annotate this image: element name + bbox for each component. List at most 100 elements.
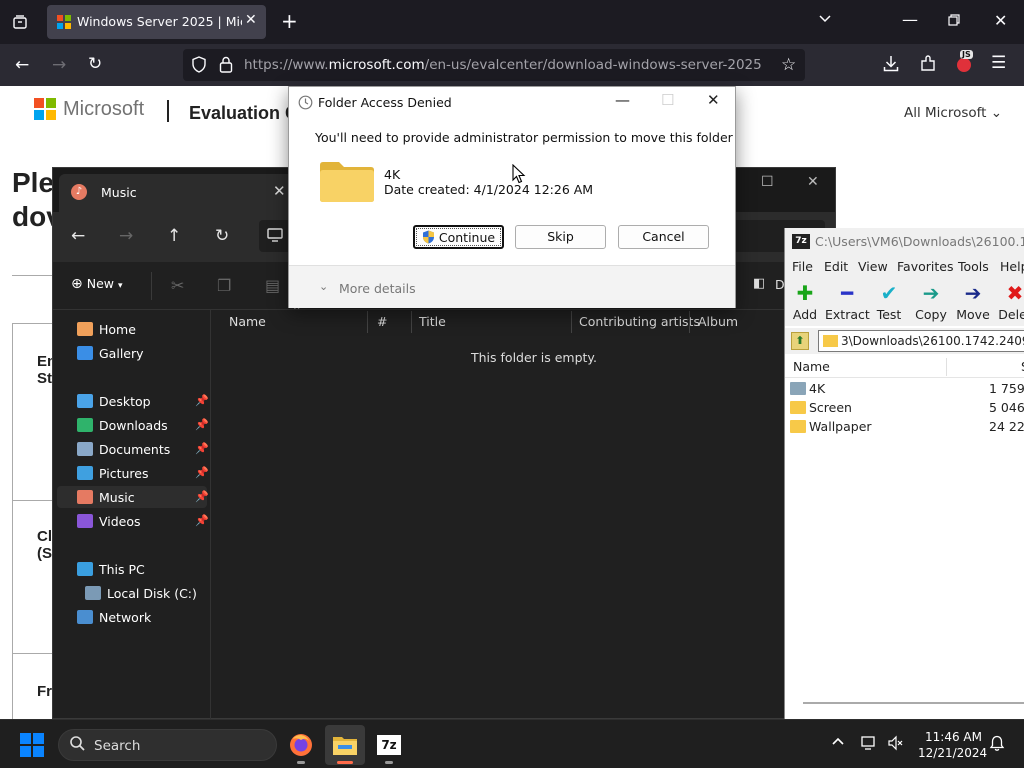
network-display-icon[interactable] [861, 735, 877, 754]
close-icon[interactable]: ✕ [273, 182, 286, 200]
sevenzip-file-row[interactable]: Wallpaper 24 229 1 [789, 417, 1024, 436]
shield-icon[interactable] [191, 56, 207, 77]
up-icon[interactable]: ↑ [167, 227, 181, 245]
tab-list-icon[interactable] [12, 14, 28, 33]
back-icon[interactable]: ← [15, 56, 29, 74]
sidebar-item[interactable]: Home [57, 318, 207, 340]
pin-icon[interactable]: 📌 [195, 490, 209, 503]
sidebar-item[interactable]: Desktop 📌 [57, 390, 209, 412]
explorer-tab-music[interactable]: ♪ Music ✕ [59, 174, 295, 212]
window-close-icon[interactable]: ✕ [994, 13, 1007, 29]
pin-icon[interactable]: 📌 [195, 514, 209, 527]
new-button[interactable]: ⊕ New ▾ [71, 276, 123, 292]
sevenzip-toolbar-button[interactable]: ✚ Add [783, 278, 827, 326]
sevenzip-menu-item[interactable]: View [858, 259, 888, 274]
restore-icon[interactable] [948, 13, 960, 29]
copy-icon[interactable]: ❐ [217, 276, 231, 295]
pin-icon[interactable]: 📌 [195, 466, 209, 479]
column-divider[interactable] [571, 311, 572, 333]
extension-badge-icon[interactable]: JS [955, 50, 977, 75]
folder-up-icon[interactable]: ⬆ [791, 332, 809, 350]
column-divider[interactable] [367, 311, 368, 333]
chevron-down-icon[interactable]: ⌄ [319, 280, 328, 293]
sidebar-item[interactable]: Videos 📌 [57, 510, 209, 532]
microsoft-brand-text[interactable]: Microsoft [63, 98, 144, 121]
back-icon[interactable]: ← [71, 227, 85, 245]
taskbar-search-box[interactable]: Search [58, 729, 277, 761]
skip-button[interactable]: Skip [515, 225, 606, 249]
notification-bell-icon[interactable] [989, 735, 1005, 755]
microsoft-logo-icon[interactable] [34, 98, 56, 120]
close-icon[interactable]: ✕ [707, 91, 720, 109]
column-header-album[interactable]: Album [698, 314, 738, 329]
sevenzip-path-input[interactable]: 3\Downloads\26100.1742.240906-03 [818, 330, 1024, 352]
all-microsoft-menu[interactable]: All Microsoft ⌄ [904, 105, 1002, 121]
hamburger-menu-icon[interactable]: ☰ [991, 54, 1006, 72]
sevenzip-menu-item[interactable]: File [792, 259, 813, 274]
sevenzip-menu-item[interactable]: Tools [958, 259, 989, 274]
details-pane-icon[interactable]: ◧ [753, 276, 765, 291]
sevenzip-toolbar-button[interactable]: ✔ Test [867, 278, 911, 326]
taskbar-clock-time[interactable]: 11:46 AM [918, 730, 982, 744]
show-hidden-icons-chevron-icon[interactable] [831, 735, 845, 752]
sevenzip-file-row[interactable]: 4K 1 759 5 [789, 379, 1024, 398]
column-divider[interactable] [689, 311, 690, 333]
lock-icon[interactable] [219, 56, 233, 77]
refresh-icon[interactable]: ↻ [215, 227, 229, 245]
url-bar[interactable]: https://www.microsoft.com/en-us/evalcent… [183, 49, 805, 81]
minimize-icon[interactable]: — [902, 12, 918, 28]
column-divider[interactable] [411, 311, 412, 333]
sevenzip-toolbar-button[interactable]: ➔ Copy [909, 278, 953, 326]
reload-icon[interactable]: ↻ [88, 55, 102, 73]
pin-icon[interactable]: 📌 [195, 418, 209, 431]
column-header-name[interactable]: Name [793, 359, 830, 374]
sidebar-item[interactable]: Local Disk (C:) [65, 582, 215, 604]
sidebar-item[interactable]: Network [57, 606, 207, 628]
column-divider[interactable] [946, 358, 947, 376]
sevenzip-menu-item[interactable]: Help [1000, 259, 1024, 274]
bookmark-star-icon[interactable]: ☆ [781, 56, 796, 74]
taskbar-file-explorer-app[interactable] [325, 725, 365, 765]
column-header-artists[interactable]: Contributing artists [579, 314, 700, 329]
pin-icon[interactable]: 📌 [195, 442, 209, 455]
maximize-icon[interactable]: ☐ [761, 174, 774, 190]
tab-close-icon[interactable]: ✕ [245, 12, 257, 28]
cancel-button[interactable]: Cancel [618, 225, 709, 249]
new-tab-icon[interactable]: + [281, 11, 298, 31]
forward-icon[interactable]: → [52, 56, 66, 74]
window-close-icon[interactable]: ✕ [807, 174, 819, 190]
evaluation-center-title[interactable]: Evaluation C [189, 103, 298, 124]
sidebar-item[interactable]: Music 📌 [57, 486, 209, 508]
taskbar-clock-date[interactable]: 12/21/2024 [918, 746, 987, 760]
sidebar-item[interactable]: Downloads 📌 [57, 414, 209, 436]
forward-icon[interactable]: → [119, 227, 133, 245]
tab-overflow-chevron-icon[interactable] [818, 12, 832, 29]
sevenzip-menu-item[interactable]: Edit [824, 259, 848, 274]
sevenzip-menu-item[interactable]: Favorites [897, 259, 953, 274]
taskbar-firefox-app[interactable] [281, 725, 321, 765]
sidebar-item[interactable]: Pictures 📌 [57, 462, 209, 484]
minimize-icon[interactable]: — [615, 91, 630, 109]
column-header-name[interactable]: Name [229, 314, 266, 329]
taskbar-7zip-app[interactable]: 7z [369, 725, 409, 765]
sidebar-item[interactable]: Gallery [57, 342, 207, 364]
horizontal-scrollbar[interactable] [803, 702, 1024, 704]
windows-start-icon[interactable] [20, 733, 44, 757]
sevenzip-toolbar-button[interactable]: ✖ Delet [993, 278, 1024, 326]
sevenzip-toolbar-button[interactable]: ━ Extract [825, 278, 870, 326]
url-text[interactable]: https://www.microsoft.com/en-us/evalcent… [244, 57, 762, 73]
sidebar-item[interactable]: Documents 📌 [57, 438, 209, 460]
sevenzip-toolbar-button[interactable]: ➔ Move [951, 278, 995, 326]
more-details-toggle[interactable]: More details [339, 281, 416, 296]
volume-muted-icon[interactable] [887, 735, 903, 754]
sevenzip-file-row[interactable]: Screen 5 046 6 [789, 398, 1024, 417]
continue-button[interactable]: Continue [413, 225, 504, 249]
pin-icon[interactable]: 📌 [195, 394, 209, 407]
column-header-title[interactable]: Title [419, 314, 446, 329]
extensions-icon[interactable] [920, 55, 936, 76]
downloads-icon[interactable] [883, 55, 899, 76]
column-header-number[interactable]: # [377, 314, 387, 329]
browser-tab-active[interactable]: Windows Server 2025 | Microsoft ✕ [47, 5, 266, 39]
paste-icon[interactable]: ▤ [265, 276, 280, 295]
cut-icon[interactable]: ✂ [171, 276, 184, 295]
